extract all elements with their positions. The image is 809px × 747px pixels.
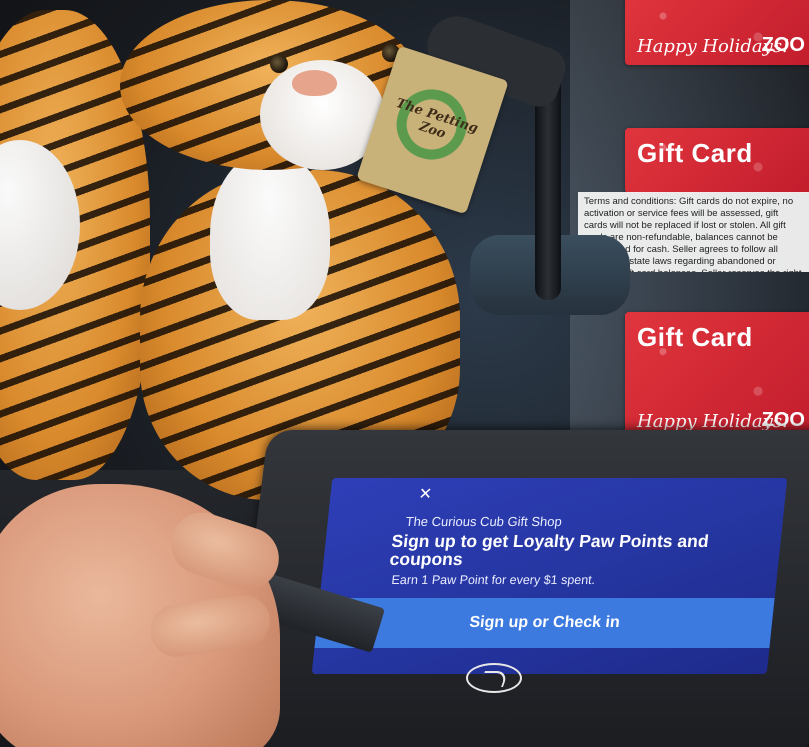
gift-card-top: Happy Holidays! ZOO bbox=[625, 0, 809, 65]
contactless-payment-icon[interactable] bbox=[466, 663, 522, 693]
gift-card-title: Gift Card bbox=[637, 138, 753, 168]
loyalty-subline: Earn 1 Paw Point for every $1 spent. bbox=[390, 573, 596, 587]
photo-scene: Happy Holidays! ZOO Gift Card Terms and … bbox=[0, 0, 809, 747]
terminal-screen: ✕ The Curious Cub Gift Shop Sign up to g… bbox=[311, 478, 788, 674]
close-icon[interactable]: ✕ bbox=[418, 484, 433, 503]
sign-up-button[interactable]: Sign up or Check in bbox=[314, 598, 775, 648]
gift-card-brand: ZOO bbox=[761, 34, 805, 56]
tiger-fur bbox=[0, 140, 80, 310]
tiger-nose bbox=[292, 70, 337, 96]
shop-name: The Curious Cub Gift Shop bbox=[404, 514, 563, 529]
gift-card-middle: Gift Card bbox=[625, 128, 809, 193]
loyalty-headline: Sign up to get Loyalty Paw Points and co… bbox=[388, 531, 710, 569]
tiger-chest bbox=[210, 150, 330, 320]
tiger-eye-left bbox=[270, 55, 288, 73]
